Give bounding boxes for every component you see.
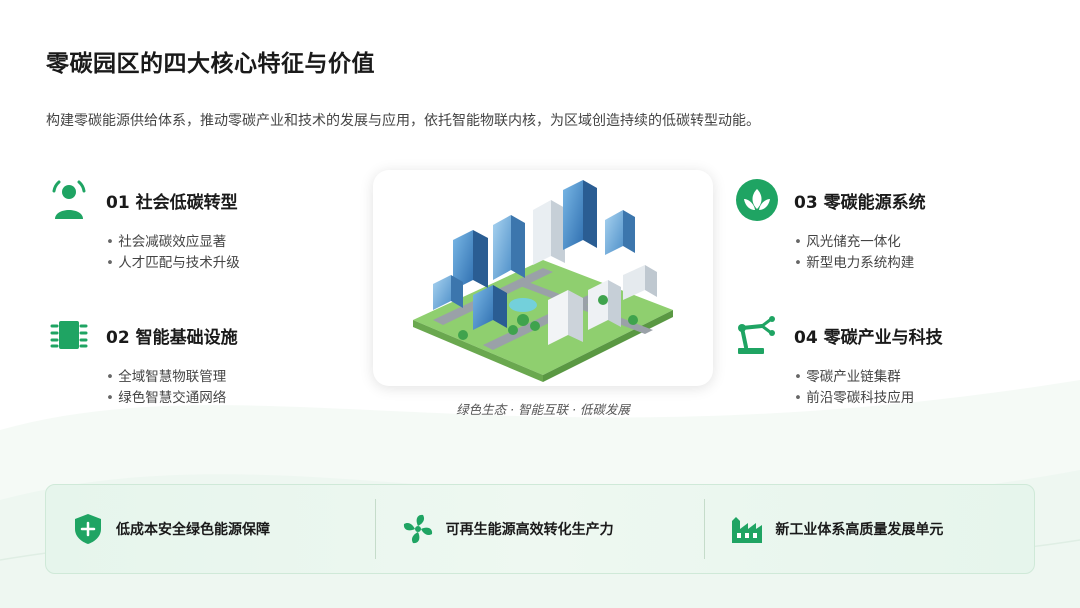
person-icon <box>46 177 92 223</box>
feature-title: 02 智能基础设施 <box>106 327 238 348</box>
illustration-caption: 绿色生态 · 智能互联 · 低碳发展 <box>456 402 630 417</box>
feature-title: 03 零碳能源系统 <box>794 192 926 213</box>
value-item: 低成本安全绿色能源保障 <box>46 499 375 559</box>
robot-arm-icon <box>734 312 780 358</box>
value-label: 新工业体系高质量发展单元 <box>775 522 944 538</box>
feature-social: 01 社会低碳转型 社会减碳效应显著 人才匹配与技术升级 <box>46 178 306 274</box>
value-item: 新工业体系高质量发展单元 <box>704 499 1034 559</box>
value-label: 可再生能源高效转化生产力 <box>445 522 614 538</box>
value-item: 可再生能源高效转化生产力 <box>374 499 705 559</box>
feature-infrastructure: 02 智能基础设施 全域智慧物联管理 绿色智慧交通网络 <box>46 313 306 409</box>
page-subtitle: 构建零碳能源供给体系，推动零碳产业和技术的发展与应用，依托智能物联内核，为区域创… <box>46 113 760 129</box>
feature-industry: 04 零碳产业与科技 零碳产业链集群 前沿零碳科技应用 <box>734 313 994 409</box>
fan-icon <box>400 511 436 547</box>
value-label: 低成本安全绿色能源保障 <box>116 522 270 538</box>
value-bar: 低成本安全绿色能源保障 可再生能源高效转化生产力 新工业体系高质量发展单元 <box>45 484 1035 574</box>
feature-energy: 03 零碳能源系统 风光储充一体化 新型电力系统构建 <box>734 178 994 274</box>
feature-bullet: 全域智慧物联管理 <box>106 367 306 388</box>
leaf-icon <box>734 177 780 223</box>
feature-bullet: 社会减碳效应显著 <box>106 232 306 253</box>
feature-bullet: 新型电力系统构建 <box>794 253 994 274</box>
page-title: 零碳园区的四大核心特征与价值 <box>46 51 375 77</box>
feature-bullet: 人才匹配与技术升级 <box>106 253 306 274</box>
isometric-city-image <box>413 180 673 382</box>
city-illustration <box>373 170 713 386</box>
feature-title: 04 零碳产业与科技 <box>794 327 943 348</box>
chip-icon <box>46 312 92 358</box>
shield-plus-icon <box>70 511 106 547</box>
feature-bullet: 零碳产业链集群 <box>794 367 994 388</box>
feature-bullet: 风光储充一体化 <box>794 232 994 253</box>
factory-icon <box>729 511 765 547</box>
feature-bullet: 前沿零碳科技应用 <box>794 388 994 409</box>
feature-bullet: 绿色智慧交通网络 <box>106 388 306 409</box>
feature-title: 01 社会低碳转型 <box>106 192 238 213</box>
